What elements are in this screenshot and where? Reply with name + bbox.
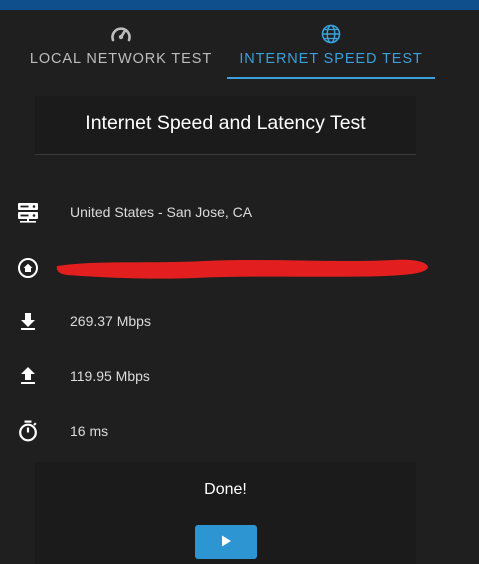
status-text: Done! [204, 481, 247, 498]
server-icon [15, 199, 41, 225]
stopwatch-icon [15, 418, 41, 444]
tab-local-network-test[interactable]: LOCAL NETWORK TEST [21, 10, 221, 80]
download-speed: 269.37 Mbps [70, 313, 151, 329]
download-icon [15, 308, 41, 334]
tab-internet-speed-test[interactable]: INTERNET SPEED TEST [227, 10, 435, 80]
redaction-mark [56, 259, 428, 279]
upload-icon [15, 363, 41, 389]
card-header: Internet Speed and Latency Test [35, 96, 416, 154]
active-tab-indicator [227, 77, 435, 79]
tab-bar: LOCAL NETWORK TEST INTERNET SPEED TEST [0, 10, 479, 82]
download-row: 269.37 Mbps [0, 306, 479, 336]
server-location: United States - San Jose, CA [70, 204, 253, 220]
play-icon [219, 534, 233, 551]
card-title: Internet Speed and Latency Test [85, 112, 366, 134]
speedometer-icon [110, 23, 132, 45]
latency-value: 16 ms [70, 423, 109, 439]
top-bar [0, 0, 479, 10]
tab-label: LOCAL NETWORK TEST [29, 51, 213, 67]
upload-speed: 119.95 Mbps [70, 368, 150, 384]
latency-row: 16 ms [0, 416, 479, 446]
tab-label: INTERNET SPEED TEST [239, 51, 423, 67]
start-test-button[interactable] [195, 525, 257, 559]
card-divider [35, 154, 416, 155]
globe-icon [321, 23, 341, 45]
server-row: United States - San Jose, CA [0, 197, 479, 227]
upload-row: 119.95 Mbps [0, 361, 479, 391]
home-icon [15, 255, 41, 281]
